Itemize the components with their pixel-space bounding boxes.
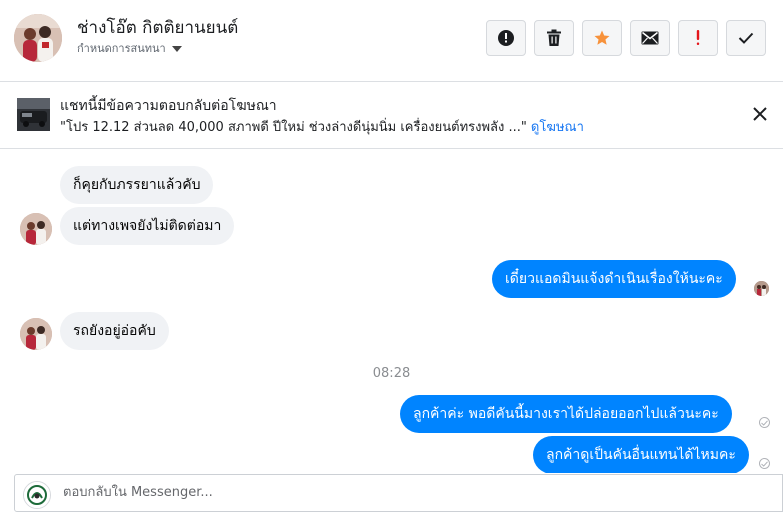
close-banner-button[interactable] bbox=[750, 104, 770, 124]
conversation-header: ช่างโอ๊ต กิตติยานยนต์ กำหนดการสนทนา bbox=[0, 0, 783, 82]
ad-thumbnail[interactable] bbox=[17, 98, 50, 131]
message-timestamp: 08:28 bbox=[372, 366, 411, 381]
delivered-check-icon bbox=[759, 458, 770, 469]
reply-composer bbox=[14, 474, 783, 512]
delivered-check-icon bbox=[759, 417, 770, 428]
exclamation-icon bbox=[696, 30, 700, 45]
seen-by-avatar bbox=[754, 281, 769, 296]
checkmark-icon bbox=[738, 32, 754, 44]
report-button[interactable] bbox=[486, 20, 526, 56]
message-thread[interactable]: ก็คุยกับภรรยาแล้วคับ แต่ทางเพจยังไม่ติดต… bbox=[0, 150, 783, 473]
view-ad-link[interactable]: ดูโฆษณา bbox=[531, 120, 584, 135]
page-avatar bbox=[23, 481, 51, 509]
trash-icon bbox=[547, 29, 561, 46]
mark-done-button[interactable] bbox=[726, 20, 766, 56]
message-bubble-outgoing: ลูกค้าค่ะ พอดีคันนี้มางเราได้ปล่อยออกไปแ… bbox=[400, 395, 732, 433]
message-bubble-incoming: แต่ทางเพจยังไม่ติดต่อมา bbox=[60, 207, 235, 245]
star-icon bbox=[594, 30, 610, 45]
envelope-icon bbox=[641, 31, 659, 45]
message-bubble-incoming: รถยังอยู่อ่อคับ bbox=[60, 312, 169, 350]
message-bubble-incoming: ก็คุยกับภรรยาแล้วคับ bbox=[60, 166, 214, 204]
mark-unread-button[interactable] bbox=[630, 20, 670, 56]
ad-quote-text: "โปร 12.12 ส่วนลด 40,000 สภาพดี ปีใหม่ ช… bbox=[60, 120, 527, 135]
delete-button[interactable] bbox=[534, 20, 574, 56]
star-button[interactable] bbox=[582, 20, 622, 56]
message-bubble-outgoing: เดี๋ยวแอดมินแจ้งดำเนินเรื่องให้นะคะ bbox=[492, 260, 736, 298]
contact-avatar[interactable] bbox=[14, 14, 62, 62]
ad-reply-banner: แชทนี้มีข้อความตอบกลับต่อโฆษณา "โปร 12.1… bbox=[0, 83, 783, 149]
caret-down-icon bbox=[171, 45, 182, 52]
sender-avatar bbox=[20, 318, 52, 350]
contact-name[interactable]: ช่างโอ๊ต กิตติยานยนต์ bbox=[77, 14, 238, 41]
sender-avatar bbox=[20, 213, 52, 245]
close-icon bbox=[753, 107, 767, 121]
alert-circle-icon bbox=[498, 30, 514, 46]
ad-quote: "โปร 12.12 ส่วนลด 40,000 สภาพดี ปีใหม่ ช… bbox=[60, 116, 584, 137]
header-actions bbox=[486, 20, 766, 56]
spam-button[interactable] bbox=[678, 20, 718, 56]
message-bubble-outgoing: ลูกค้าดูเป็นคันอื่นแทนได้ไหมคะ bbox=[533, 436, 749, 473]
assign-conversation-dropdown[interactable]: กำหนดการสนทนา bbox=[77, 39, 182, 57]
reply-input[interactable] bbox=[63, 475, 763, 511]
ad-banner-title: แชทนี้มีข้อความตอบกลับต่อโฆษณา bbox=[60, 98, 277, 114]
assign-conversation-label: กำหนดการสนทนา bbox=[77, 42, 166, 55]
